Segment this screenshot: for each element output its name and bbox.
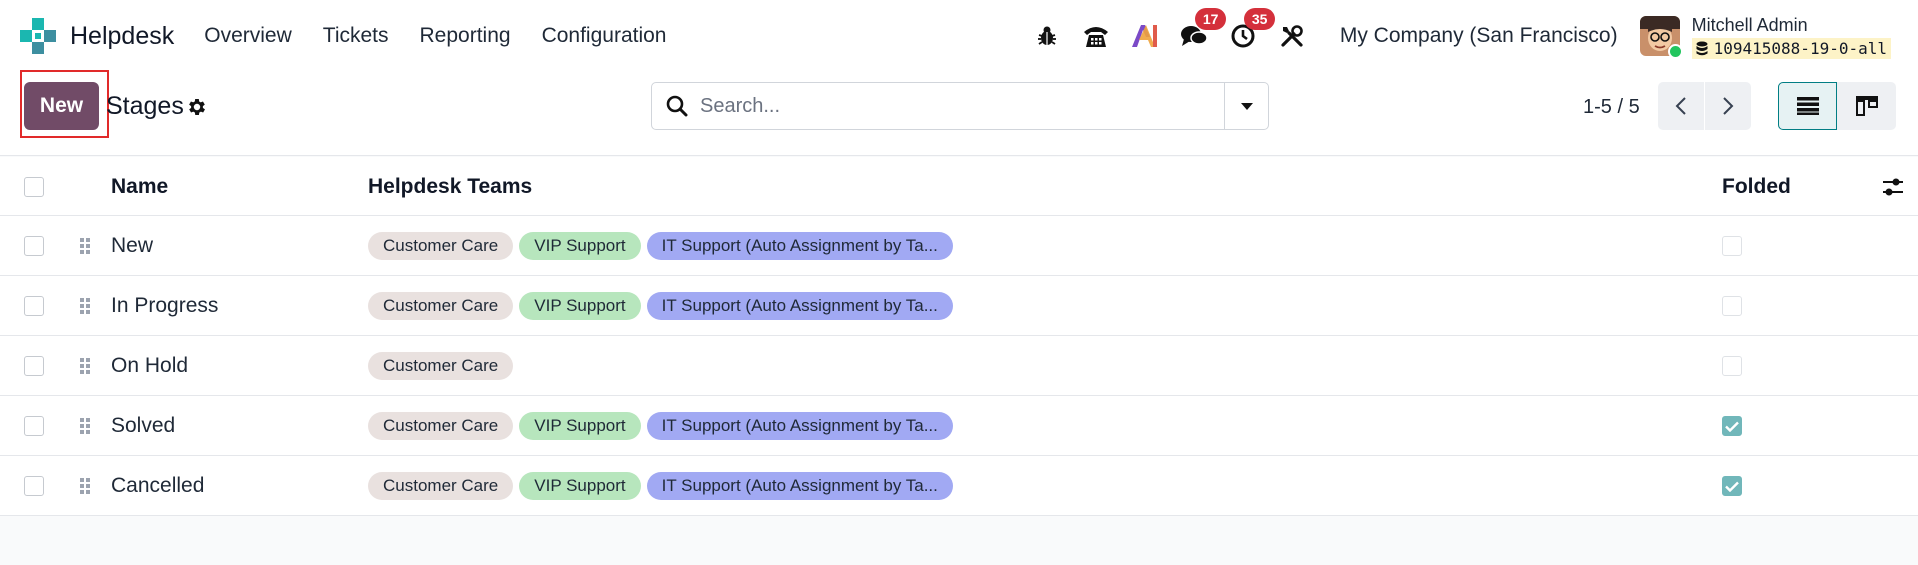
- activities-clock-icon[interactable]: 35: [1228, 8, 1276, 51]
- chevron-left-icon: [1675, 97, 1686, 115]
- top-navbar: Helpdesk Overview Tickets Reporting Conf…: [0, 0, 1918, 72]
- stage-name: New: [111, 234, 154, 257]
- messages-badge: 17: [1194, 8, 1227, 30]
- online-status-indicator: [1667, 44, 1683, 59]
- helpdesk-teams-tags: Customer Care VIP Support IT Support (Auto…: [368, 292, 959, 320]
- company-switcher[interactable]: My Company (San Francisco): [1340, 24, 1618, 48]
- team-tag[interactable]: VIP Support: [519, 472, 641, 500]
- caret-down-icon: [1240, 102, 1253, 110]
- systray: 17 35 My Company (San Francisco) Mitchel…: [1032, 0, 1918, 72]
- team-tag[interactable]: Customer Care: [368, 472, 514, 500]
- optional-columns-icon[interactable]: [1882, 177, 1904, 197]
- tools-icon[interactable]: [1277, 21, 1307, 51]
- table-row[interactable]: On Hold Customer Care: [0, 336, 1918, 396]
- menu-reporting[interactable]: Reporting: [420, 24, 511, 48]
- drag-handle-icon[interactable]: [79, 417, 91, 435]
- team-tag[interactable]: Customer Care: [368, 352, 514, 380]
- team-tag[interactable]: Customer Care: [368, 292, 514, 320]
- column-header-name[interactable]: Name: [111, 175, 168, 199]
- app-name: Helpdesk: [70, 21, 175, 50]
- phone-icon[interactable]: [1081, 21, 1111, 51]
- team-tag[interactable]: IT Support (Auto Assignment by Ta...: [646, 232, 953, 260]
- database-tag: 109415088-19-0-all: [1691, 37, 1891, 59]
- gear-icon[interactable]: [186, 96, 208, 118]
- folded-checkbox: [1722, 476, 1742, 496]
- list-view-icon: [1796, 97, 1819, 115]
- row-select-checkbox[interactable]: [24, 296, 44, 316]
- stage-name: In Progress: [111, 294, 219, 317]
- drag-handle-icon[interactable]: [79, 237, 91, 255]
- stages-list: Name Helpdesk Teams Folded New Customer C…: [0, 157, 1918, 516]
- search-options-toggle[interactable]: [1224, 83, 1268, 129]
- menu-configuration[interactable]: Configuration: [542, 24, 667, 48]
- helpdesk-teams-tags: Customer Care: [368, 352, 519, 380]
- check-icon: [1725, 421, 1739, 432]
- table-row[interactable]: In Progress Customer Care VIP Support IT Su…: [0, 276, 1918, 336]
- pager-next-button[interactable]: [1705, 82, 1751, 130]
- pager-value[interactable]: 1-5 / 5: [1583, 96, 1640, 119]
- folded-checkbox: [1722, 296, 1742, 316]
- select-all-checkbox[interactable]: [24, 177, 44, 197]
- activities-badge: 35: [1243, 8, 1276, 30]
- helpdesk-teams-tags: Customer Care VIP Support IT Support (Auto…: [368, 232, 959, 260]
- user-name: Mitchell Admin: [1691, 14, 1808, 35]
- database-name: 109415088-19-0-all: [1713, 38, 1887, 58]
- table-row[interactable]: Cancelled Customer Care VIP Support IT Supp…: [0, 456, 1918, 516]
- drag-handle-icon[interactable]: [79, 477, 91, 495]
- team-tag[interactable]: VIP Support: [519, 292, 641, 320]
- drag-handle-icon[interactable]: [79, 297, 91, 315]
- menu-overview[interactable]: Overview: [204, 24, 292, 48]
- row-select-checkbox[interactable]: [24, 476, 44, 496]
- messages-icon[interactable]: 17: [1179, 8, 1227, 51]
- user-menu[interactable]: Mitchell Admin 109415088-19-0-all: [1639, 14, 1891, 59]
- stage-name: Solved: [111, 414, 176, 437]
- team-tag[interactable]: VIP Support: [519, 232, 641, 260]
- app-brand[interactable]: Helpdesk: [20, 18, 174, 54]
- avatar: [1639, 16, 1683, 59]
- team-tag[interactable]: IT Support (Auto Assignment by Ta...: [646, 292, 953, 320]
- row-select-checkbox[interactable]: [24, 356, 44, 376]
- helpdesk-teams-tags: Customer Care VIP Support IT Support (Auto…: [368, 472, 959, 500]
- breadcrumb: Stages: [106, 92, 184, 120]
- new-button[interactable]: New: [24, 82, 99, 130]
- kanban-view-icon: [1855, 96, 1878, 116]
- bug-icon[interactable]: [1032, 21, 1062, 51]
- column-header-folded[interactable]: Folded: [1722, 175, 1791, 199]
- helpdesk-logo-icon: [20, 18, 56, 54]
- database-icon: [1696, 41, 1708, 55]
- team-tag[interactable]: IT Support (Auto Assignment by Ta...: [646, 412, 953, 440]
- row-select-checkbox[interactable]: [24, 416, 44, 436]
- search-input[interactable]: [700, 94, 1200, 118]
- row-select-checkbox[interactable]: [24, 236, 44, 256]
- check-icon: [1725, 481, 1739, 492]
- team-tag[interactable]: Customer Care: [368, 412, 514, 440]
- table-header: Name Helpdesk Teams Folded: [0, 157, 1918, 216]
- kanban-view-button[interactable]: [1837, 82, 1896, 130]
- table-row[interactable]: New Customer Care VIP Support IT Support (A…: [0, 216, 1918, 276]
- ai-icon[interactable]: [1130, 21, 1160, 51]
- main-menu: Overview Tickets Reporting Configuration: [204, 24, 697, 48]
- folded-checkbox: [1722, 356, 1742, 376]
- stage-name: On Hold: [111, 354, 189, 377]
- column-header-teams[interactable]: Helpdesk Teams: [368, 175, 532, 199]
- drag-handle-icon[interactable]: [79, 357, 91, 375]
- team-tag[interactable]: IT Support (Auto Assignment by Ta...: [646, 472, 953, 500]
- search-icon: [666, 95, 688, 117]
- team-tag[interactable]: Customer Care: [368, 232, 514, 260]
- search-bar: [651, 82, 1269, 130]
- list-view-button[interactable]: [1778, 82, 1837, 130]
- folded-checkbox: [1722, 236, 1742, 256]
- helpdesk-teams-tags: Customer Care VIP Support IT Support (Auto…: [368, 412, 959, 440]
- team-tag[interactable]: VIP Support: [519, 412, 641, 440]
- chevron-right-icon: [1723, 97, 1734, 115]
- table-row[interactable]: Solved Customer Care VIP Support IT Support…: [0, 396, 1918, 456]
- pager-previous-button[interactable]: [1658, 82, 1704, 130]
- folded-checkbox: [1722, 416, 1742, 436]
- stage-name: Cancelled: [111, 474, 205, 497]
- menu-tickets[interactable]: Tickets: [323, 24, 389, 48]
